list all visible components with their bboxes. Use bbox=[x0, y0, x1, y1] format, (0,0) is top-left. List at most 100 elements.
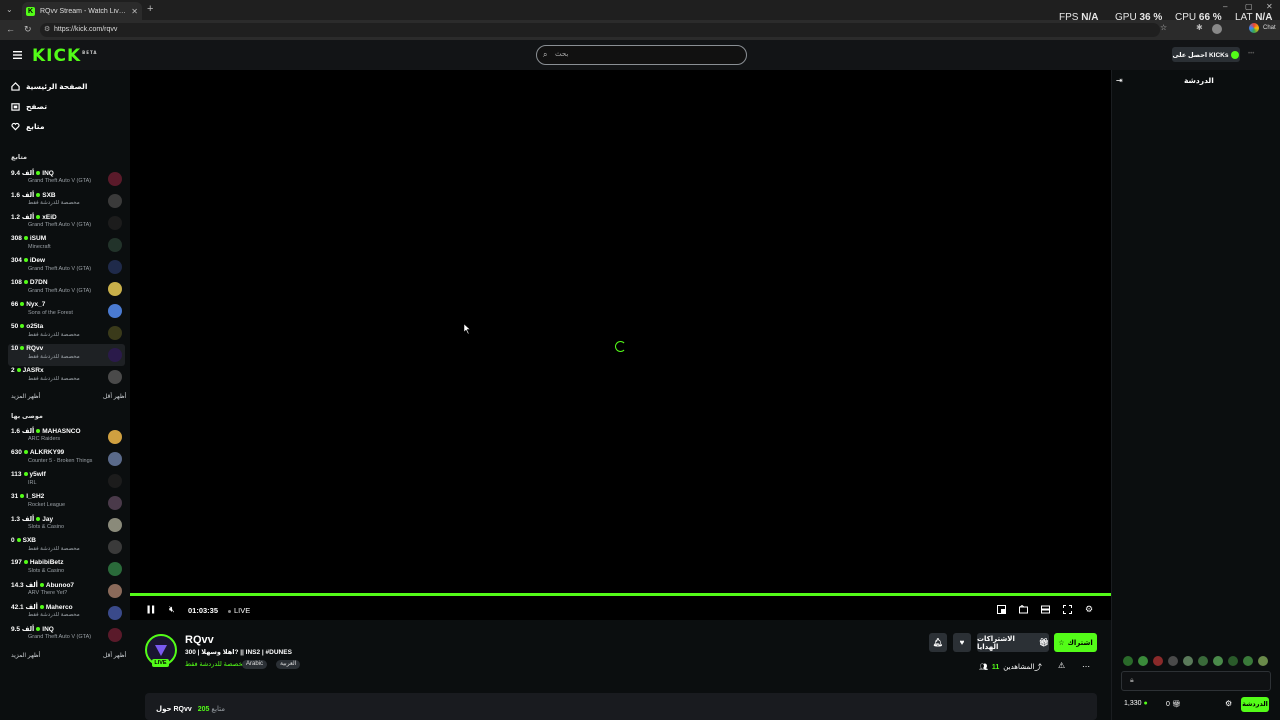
search-input[interactable]: ⌕ بحث bbox=[536, 45, 747, 65]
nav-following[interactable]: متابع bbox=[11, 120, 44, 132]
close-tab-icon[interactable]: ✕ bbox=[131, 7, 138, 16]
follow-heart-button[interactable]: ♥ bbox=[953, 633, 971, 652]
emote-icon[interactable] bbox=[1183, 656, 1193, 666]
get-kicks-button[interactable]: احصل على KICKs bbox=[1172, 47, 1240, 62]
sidebar-channel-d7dn[interactable]: 108 D7DN Grand Theft Auto V (GTA) bbox=[8, 278, 125, 300]
emote-icon[interactable] bbox=[1123, 656, 1133, 666]
channel-viewers: 1.3 ألف bbox=[11, 516, 35, 523]
settings-gear-icon[interactable]: ⚙ bbox=[1085, 604, 1093, 615]
reload-icon[interactable]: ↻ bbox=[24, 24, 32, 35]
about-name: RQvv bbox=[173, 706, 192, 713]
tag-arabic[interactable]: Arabic bbox=[242, 660, 268, 669]
chat-send-button[interactable]: الدردشة bbox=[1241, 697, 1269, 712]
theater-mode-icon[interactable] bbox=[1041, 605, 1050, 614]
live-dot-icon bbox=[39, 605, 44, 610]
kicks-balance[interactable]: 1,330 ● bbox=[1124, 700, 1148, 707]
channel-viewers: 9.5 ألف bbox=[11, 626, 35, 633]
sidebar-channel-mahasnco[interactable]: 1.6 ألف MAHASNCO ARC Raiders bbox=[8, 426, 125, 448]
sidebar-channel-nyx_7[interactable]: 66 Nyx_7 Sons of the Forest bbox=[8, 300, 125, 322]
live-progress-bar[interactable] bbox=[130, 593, 1111, 596]
chat-extension-icon[interactable] bbox=[1249, 23, 1259, 33]
emote-icon[interactable] bbox=[1228, 656, 1238, 666]
pause-icon[interactable] bbox=[147, 605, 155, 614]
sidebar-channel-maherco[interactable]: 42.1 ألف Maherco مخصصة للدردشة فقط bbox=[8, 602, 125, 624]
extensions-icon[interactable]: ✱ bbox=[1196, 23, 1203, 32]
channel-line: 197 HabibiBetz bbox=[11, 559, 63, 566]
sidebar-channel-i_sh2[interactable]: 31 I_SH2 Rocket League bbox=[8, 492, 125, 514]
share-icon[interactable]: ⤴ bbox=[1034, 662, 1042, 673]
sidebar-channel-o25ta[interactable]: 50 o25ta مخصصة للدردشة فقط bbox=[8, 322, 125, 344]
sidebar-channel-xeid[interactable]: 1.2 ألف xEiD Grand Theft Auto V (GTA) bbox=[8, 212, 125, 234]
mini-player-icon[interactable] bbox=[997, 605, 1006, 614]
followers-label: متابع bbox=[211, 706, 226, 713]
sidebar-channel-habibibetz[interactable]: 197 HabibiBetz Slots & Casino bbox=[8, 558, 125, 580]
emote-icon[interactable] bbox=[1153, 656, 1163, 666]
sidebar-channel-inq[interactable]: 9.4 ألف INQ Grand Theft Auto V (GTA) bbox=[8, 168, 125, 190]
sidebar-channel-abunoo7[interactable]: 14.3 ألف Abunoo7 ARV There Yet? bbox=[8, 580, 125, 602]
maximize-icon[interactable]: ▢ bbox=[1245, 2, 1253, 11]
nav-browse[interactable]: تصفح bbox=[11, 100, 47, 112]
live-dot-icon bbox=[23, 450, 28, 455]
video-player[interactable] bbox=[130, 70, 1111, 620]
back-icon[interactable]: ← bbox=[6, 24, 15, 34]
notification-bell-button[interactable]: 🔔︎ bbox=[929, 633, 947, 652]
channel-viewers: 50 bbox=[11, 323, 19, 330]
star-icon: ☆ bbox=[1058, 639, 1065, 647]
channel-line: 2 JASRx bbox=[11, 367, 44, 374]
nav-home[interactable]: الصفحة الرئيسية bbox=[11, 80, 87, 92]
sidebar-channel-alkrky99[interactable]: 630 ALKRKY99 Counter 5 - Broken Things bbox=[8, 448, 125, 470]
show-more-recommended[interactable]: أظهر المزيد bbox=[11, 652, 40, 659]
fullscreen-icon[interactable] bbox=[1063, 605, 1072, 614]
stream-category[interactable]: مخصصة للدردشة فقط bbox=[185, 660, 246, 668]
chat-settings-icon[interactable]: ⚙ bbox=[1225, 699, 1232, 708]
sidebar-channel-idew[interactable]: 304 iDew Grand Theft Auto V (GTA) bbox=[8, 256, 125, 278]
emote-icon[interactable] bbox=[1198, 656, 1208, 666]
mute-icon[interactable]: 🔇︎ bbox=[169, 604, 175, 615]
clip-icon[interactable] bbox=[1019, 605, 1028, 614]
show-less-recommended[interactable]: أظهر أقل bbox=[103, 652, 126, 659]
sidebar-channel-isum[interactable]: 308 iSUM Minecraft bbox=[8, 234, 125, 256]
sidebar-channel-jasrx[interactable]: 2 JASRx مخصصة للدردشة فقط bbox=[8, 366, 125, 388]
subscribe-button[interactable]: ☆ اشتراك bbox=[1054, 633, 1097, 652]
sidebar-channel-jay[interactable]: 1.3 ألف Jay Slots & Casino bbox=[8, 514, 125, 536]
report-warning-icon[interactable]: ⚠ bbox=[1058, 661, 1065, 670]
menu-icon[interactable] bbox=[13, 51, 22, 59]
channel-viewers: 0 bbox=[11, 537, 15, 544]
sidebar-channel-sxb[interactable]: 1.6 ألف SXB مخصصة للدردشة فقط bbox=[8, 190, 125, 212]
live-indicator[interactable]: LIVE bbox=[228, 606, 250, 615]
close-window-icon[interactable]: ✕ bbox=[1266, 2, 1273, 11]
more-icon[interactable]: ••• bbox=[1248, 51, 1254, 57]
sub-balance[interactable]: 0 🎁︎ bbox=[1166, 700, 1181, 708]
kick-logo[interactable]: KICKBETA bbox=[32, 46, 97, 66]
emote-icon[interactable] bbox=[1138, 656, 1148, 666]
sidebar-channel-inq[interactable]: 9.5 ألف INQ Grand Theft Auto V (GTA) bbox=[8, 624, 125, 646]
chat-message-input[interactable]: 🔒︎ bbox=[1121, 671, 1271, 691]
streamer-name[interactable]: RQvv bbox=[185, 634, 214, 646]
channel-avatar bbox=[108, 496, 122, 510]
more-options-icon[interactable]: ⋯ bbox=[1082, 662, 1090, 671]
site-info-icon[interactable]: ⚙ bbox=[44, 25, 50, 33]
show-less-following[interactable]: أظهر أقل bbox=[103, 393, 126, 400]
emote-icon[interactable] bbox=[1243, 656, 1253, 666]
gift-subs-button[interactable]: الاشتراكات الهدايا 🎁︎ bbox=[977, 633, 1049, 652]
tab-list-icon[interactable]: ⌄ bbox=[6, 5, 13, 14]
sidebar-channel-y5wlf[interactable]: 113 y5wlf IRL bbox=[8, 470, 125, 492]
browser-tab[interactable]: K RQvv Stream - Watch Live on Kick ✕ bbox=[22, 2, 142, 20]
gift-icon: 🎁︎ bbox=[1171, 701, 1181, 708]
channel-avatar bbox=[108, 540, 122, 554]
bookmark-star-icon[interactable]: ☆ bbox=[1160, 23, 1167, 32]
emote-icon[interactable] bbox=[1213, 656, 1223, 666]
sidebar-channel-rqvv[interactable]: 10 RQvv مخصصة للدردشة فقط bbox=[8, 344, 125, 366]
collapse-chat-icon[interactable]: ⇥ bbox=[1116, 76, 1123, 85]
emote-icon[interactable] bbox=[1258, 656, 1268, 666]
tag-arabic-native[interactable]: العربية bbox=[276, 660, 301, 669]
new-tab-icon[interactable]: + bbox=[147, 3, 153, 15]
get-kicks-label: احصل على KICKs bbox=[1172, 51, 1229, 59]
show-more-following[interactable]: أظهر المزيد bbox=[11, 393, 40, 400]
channel-viewers: 304 bbox=[11, 257, 22, 264]
profile-avatar[interactable] bbox=[1212, 24, 1222, 34]
minimize-icon[interactable]: – bbox=[1223, 2, 1227, 11]
emote-icon[interactable] bbox=[1168, 656, 1178, 666]
address-bar[interactable]: https://kick.com/rqvv bbox=[40, 23, 1160, 37]
sidebar-channel-sxb[interactable]: 0 SXB مخصصة للدردشة فقط bbox=[8, 536, 125, 558]
